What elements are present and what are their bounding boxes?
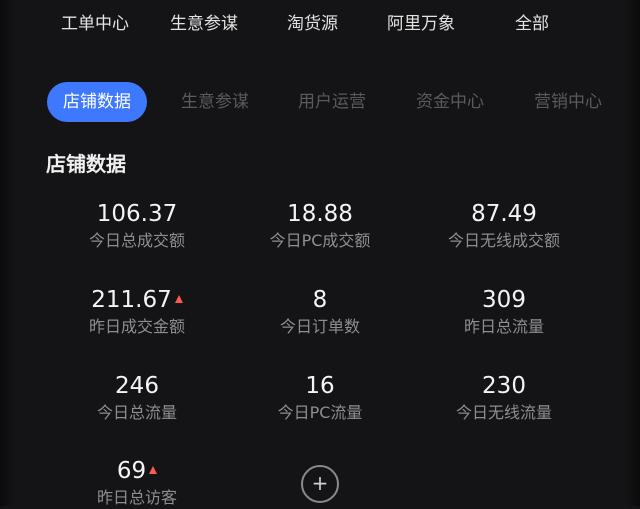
top-nav-item-ticket-center[interactable]: 工单中心 — [61, 9, 129, 34]
metric-value: 309 — [482, 287, 526, 313]
metric-label: 今日无线成交额 — [447, 231, 560, 250]
metric-card[interactable]: 87.49 今日无线成交额 — [404, 200, 604, 252]
metric-label: 今日总流量 — [96, 403, 177, 422]
metric-label: 昨日成交金额 — [88, 317, 185, 336]
metric-label: 昨日总流量 — [463, 317, 544, 336]
metric-value: 87.49 — [471, 201, 537, 227]
metric-value: 106.37 — [96, 201, 178, 227]
metric-label: 今日无线流量 — [455, 403, 552, 422]
metric-value: 246 — [115, 373, 159, 399]
metric-value: 69 — [116, 458, 147, 484]
metric-label: 今日订单数 — [279, 317, 360, 336]
section-title: 店铺数据 — [46, 152, 126, 176]
metric-card[interactable]: 211.67 昨日成交金额 — [37, 286, 237, 338]
add-metric-button[interactable]: + — [301, 465, 339, 503]
metric-card[interactable]: 16 今日PC流量 — [220, 372, 420, 424]
tab-marketing-center[interactable]: 营销中心 — [534, 82, 602, 122]
metric-value: 8 — [312, 287, 328, 313]
metric-value: 211.67 — [91, 287, 172, 313]
metric-card[interactable]: 106.37 今日总成交额 — [37, 200, 237, 252]
top-nav-item-all[interactable]: 全部 — [515, 9, 549, 34]
metric-label: 今日PC成交额 — [269, 231, 371, 250]
metric-value-wrap: 211.67 — [37, 286, 237, 314]
top-nav-item-alibaba-wanxiang[interactable]: 阿里万象 — [387, 9, 455, 34]
metric-value: 18.88 — [287, 201, 353, 227]
trend-up-icon — [149, 466, 158, 474]
metric-value: 16 — [305, 373, 335, 399]
category-tabs: 店铺数据 生意参谋 用户运营 资金中心 营销中心 — [0, 82, 640, 124]
top-nav-item-taobao-sourcing[interactable]: 淘货源 — [287, 9, 338, 34]
left-edge-shade — [0, 0, 14, 506]
tab-business-advisor[interactable]: 生意参谋 — [181, 82, 249, 122]
right-edge-shade — [626, 0, 640, 506]
metric-card[interactable]: 18.88 今日PC成交额 — [220, 200, 420, 252]
metric-card[interactable]: 230 今日无线流量 — [404, 372, 604, 424]
metric-value: 230 — [482, 373, 526, 399]
metric-card[interactable]: 8 今日订单数 — [220, 286, 420, 338]
metric-card[interactable]: 69 昨日总访客 — [37, 457, 237, 509]
metric-card[interactable]: 309 昨日总流量 — [404, 286, 604, 338]
trend-up-icon — [174, 295, 183, 303]
tab-user-operations[interactable]: 用户运营 — [298, 82, 366, 122]
tab-store-data[interactable]: 店铺数据 — [47, 82, 147, 122]
tab-funds-center[interactable]: 资金中心 — [416, 82, 484, 122]
top-nav-item-business-advisor[interactable]: 生意参谋 — [170, 9, 238, 34]
metric-card[interactable]: 246 今日总流量 — [37, 372, 237, 424]
metric-label: 今日PC流量 — [277, 403, 363, 422]
metric-value-wrap: 69 — [37, 457, 237, 485]
metric-label: 今日总成交额 — [88, 231, 185, 250]
top-nav: 工单中心 生意参谋 淘货源 阿里万象 全部 — [0, 0, 640, 52]
